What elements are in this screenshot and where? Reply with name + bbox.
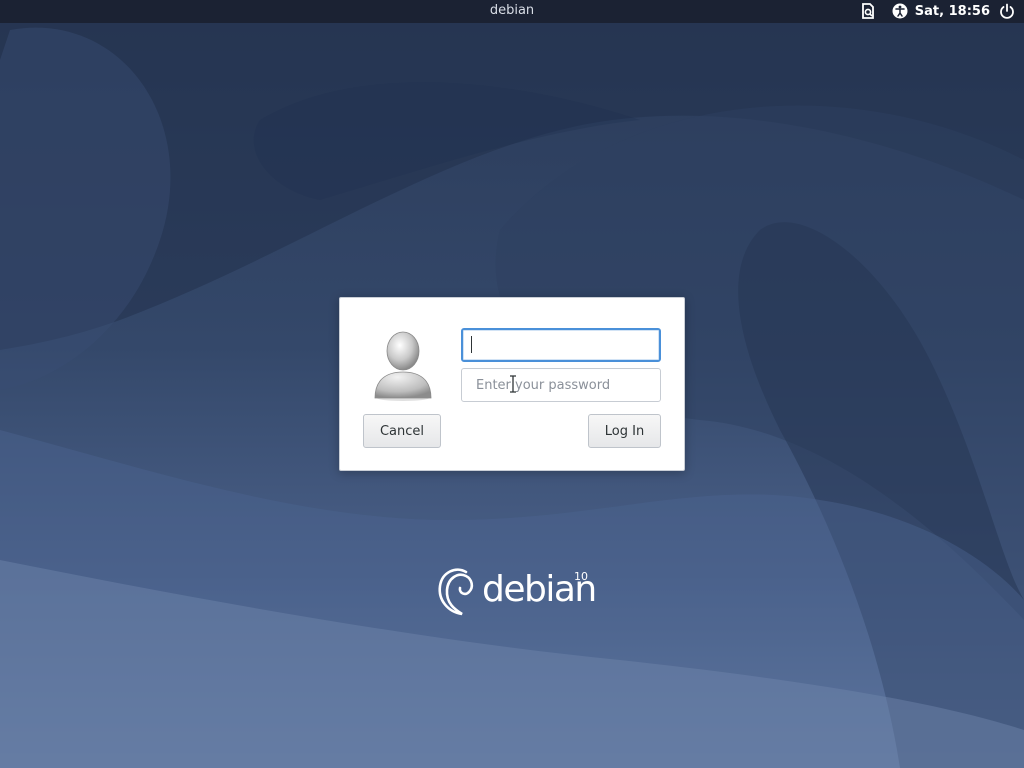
notes-icon[interactable] bbox=[859, 2, 877, 20]
accessibility-icon[interactable] bbox=[891, 2, 909, 20]
user-avatar-icon bbox=[370, 328, 436, 402]
ibeam-cursor-icon bbox=[510, 375, 516, 393]
text-caret bbox=[471, 336, 472, 353]
cancel-button[interactable]: Cancel bbox=[363, 414, 441, 448]
debian-swirl-icon bbox=[438, 568, 474, 616]
power-icon[interactable] bbox=[998, 2, 1016, 20]
top-bar: debian Sat, 18:56 bbox=[0, 0, 1024, 23]
login-dialog: Cancel Log In bbox=[339, 297, 685, 471]
log-in-button[interactable]: Log In bbox=[588, 414, 661, 448]
system-tray: Sat, 18:56 bbox=[859, 2, 1016, 20]
username-field[interactable] bbox=[461, 328, 661, 362]
debian-version: 10 bbox=[574, 570, 588, 583]
clock[interactable]: Sat, 18:56 bbox=[915, 4, 990, 19]
password-field[interactable] bbox=[461, 368, 661, 402]
debian-logo: debian 10 bbox=[436, 558, 597, 620]
